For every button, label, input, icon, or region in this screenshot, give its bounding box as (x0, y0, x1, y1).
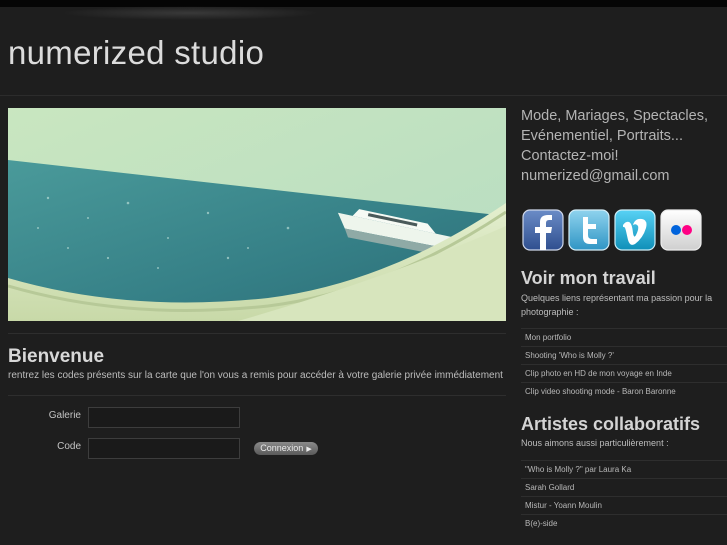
artist-link-molly[interactable]: "Who is Molly ?" par Laura Ka (521, 460, 727, 478)
facebook-icon[interactable] (522, 209, 564, 251)
work-link-inde[interactable]: Clip photo en HD de mon voyage en Inde (521, 364, 727, 382)
artist-link-mistur[interactable]: Mistur - Yoann Moulin (521, 496, 727, 514)
site-title[interactable]: numerized studio (8, 34, 264, 72)
galerie-label: Galerie (48, 410, 81, 421)
header-glow (60, 6, 320, 20)
artist-link-beside[interactable]: B(e)-side (521, 514, 727, 532)
work-subtitle: Quelques liens représentant ma passion p… (521, 293, 713, 317)
form-divider (8, 395, 506, 396)
code-label: Code (57, 441, 81, 452)
work-heading: Voir mon travail (521, 268, 656, 288)
tagline-line: Contactez-moi! (521, 148, 619, 164)
vimeo-icon[interactable] (614, 209, 656, 251)
content-divider (8, 333, 506, 334)
work-link-molly[interactable]: Shooting 'Who is Molly ?' (521, 346, 727, 364)
contact-email[interactable]: numerized@gmail.com (521, 166, 727, 186)
work-link-portfolio[interactable]: Mon portfolio (521, 328, 727, 346)
twitter-icon[interactable] (568, 209, 610, 251)
welcome-text: rentrez les codes présents sur la carte … (8, 370, 503, 381)
tagline-line: Mode, Mariages, Spectacles, (521, 108, 708, 124)
hero-photo (8, 108, 506, 321)
artists-subtitle: Nous aimons aussi particulièrement : (521, 438, 669, 448)
code-input[interactable] (88, 438, 240, 459)
artists-links: "Who is Molly ?" par Laura Ka Sarah Goll… (521, 460, 727, 532)
work-links: Mon portfolio Shooting 'Who is Molly ?' … (521, 328, 727, 400)
artists-heading: Artistes collaboratifs (521, 414, 701, 434)
connexion-button-label: Connexion (260, 443, 304, 453)
work-link-baron[interactable]: Clip video shooting mode - Baron Baronne (521, 382, 727, 400)
artist-link-sarah[interactable]: Sarah Gollard (521, 478, 727, 496)
welcome-title: Bienvenue (8, 346, 105, 367)
flickr-icon[interactable] (660, 209, 702, 251)
header-divider (0, 95, 727, 96)
galerie-input[interactable] (88, 407, 240, 428)
sidebar-tagline: Mode, Mariages, Spectacles, Evénementiel… (521, 106, 727, 186)
tagline-line: Evénementiel, Portraits... (521, 128, 683, 144)
arrow-right-icon: ▶ (306, 446, 312, 453)
connexion-button[interactable]: Connexion ▶ (254, 442, 318, 455)
